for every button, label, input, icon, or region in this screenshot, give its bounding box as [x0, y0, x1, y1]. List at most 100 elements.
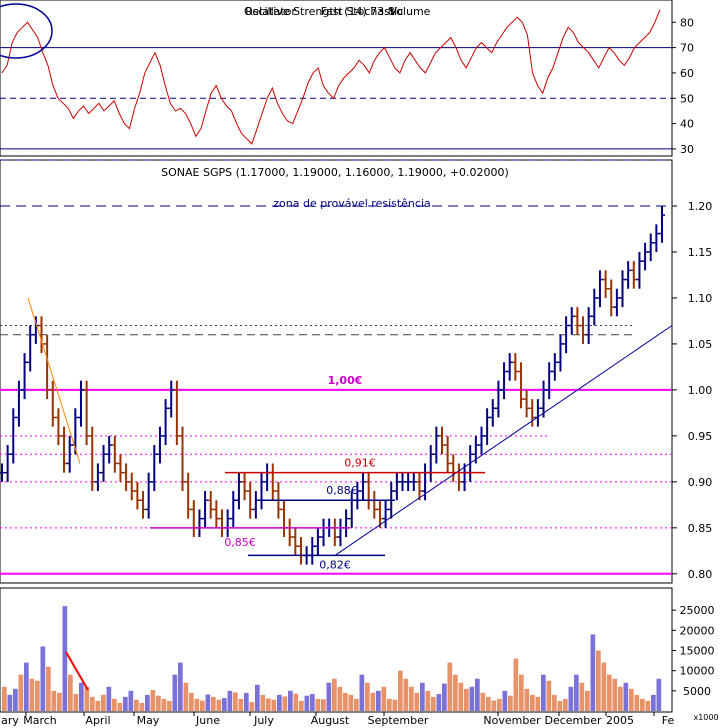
- volume-bar: [172, 674, 178, 711]
- volume-bar: [486, 696, 491, 711]
- volume-bar: [508, 695, 513, 711]
- volume-tick-label: 25000: [680, 604, 715, 617]
- volume-bar: [337, 686, 343, 711]
- volume-bar: [178, 662, 183, 711]
- resistance-zone-label: zona de provável resistência: [273, 197, 431, 210]
- volume-bar: [387, 698, 392, 711]
- volume-bar: [623, 682, 629, 711]
- volume-bar: [73, 694, 79, 711]
- price-tick-label: 1.00: [688, 384, 713, 397]
- volume-bar: [370, 692, 376, 711]
- volume-bar: [475, 678, 480, 711]
- volume-bar: [612, 678, 618, 711]
- volume-bar: [90, 696, 95, 711]
- volume-bar: [348, 694, 354, 711]
- volume-bar: [563, 698, 568, 711]
- volume-bar: [282, 696, 288, 711]
- x-tick-label: Fe: [662, 714, 675, 727]
- volume-bar: [238, 698, 244, 711]
- price-title: SONAE SGPS (1.17000, 1.19000, 1.16000, 1…: [161, 166, 509, 179]
- volume-bar: [414, 692, 420, 711]
- volume-bar: [293, 693, 299, 711]
- volume-bar: [194, 698, 200, 711]
- price-tick-label: 0.80: [688, 568, 713, 581]
- volume-bar: [469, 686, 475, 711]
- price-level-label: 0,91€: [344, 457, 376, 470]
- volume-bar: [326, 682, 332, 711]
- volume-bar: [458, 682, 464, 711]
- volume-bar: [541, 674, 546, 711]
- volume-bar: [233, 692, 238, 711]
- volume-tick-label: 20000: [680, 624, 715, 637]
- volume-bar: [117, 702, 123, 711]
- volume-bar: [244, 692, 249, 711]
- volume-unit-label: x1000: [693, 713, 718, 722]
- x-tick-label: April: [85, 714, 110, 727]
- volume-bar: [304, 695, 310, 711]
- volume-bar: [183, 682, 189, 711]
- volume-bar: [409, 686, 414, 711]
- volume-bar: [79, 682, 84, 711]
- indicator-panel-frame: [0, 0, 673, 157]
- price-level-label: 0,82€: [319, 558, 351, 571]
- x-tick-label: November: [483, 714, 541, 727]
- x-tick-label: May: [137, 714, 160, 727]
- volume-bar: [299, 700, 304, 711]
- volume-bar: [18, 674, 24, 711]
- volume-bar: [585, 690, 590, 711]
- volume-bar: [519, 674, 524, 711]
- volume-bar: [354, 698, 359, 711]
- indicator-tick-label: 80: [680, 16, 694, 29]
- volume-bar: [150, 690, 156, 711]
- volume-bar: [101, 694, 106, 711]
- volume-bar: [255, 684, 260, 711]
- volume-bar: [112, 698, 117, 711]
- volume-bar: [398, 670, 403, 711]
- volume-bar: [46, 666, 51, 711]
- price-tick-label: 0.85: [688, 522, 713, 535]
- price-tick-label: 0.95: [688, 430, 713, 443]
- x-tick-label: June: [195, 714, 220, 727]
- volume-bar: [2, 686, 7, 711]
- volume-bar: [57, 692, 62, 711]
- indicator-tick-label: 40: [680, 118, 694, 131]
- volume-bar: [574, 674, 579, 711]
- volume-bar: [189, 692, 194, 711]
- volume-bar: [51, 690, 57, 711]
- volume-bar: [480, 692, 486, 711]
- volume-bar: [453, 674, 458, 711]
- chart-canvas: 1,00€ 0,91€ 0,88€ 0,85€ 0,82€ 30 40 50 60 70 80 0.…: [0, 0, 719, 727]
- volume-bar: [579, 682, 585, 711]
- volume-bar: [530, 694, 535, 711]
- oscillator-title: Oscillator: [244, 5, 296, 18]
- x-tick-label: December: [544, 714, 602, 727]
- volume-bar: [106, 686, 112, 711]
- volume-bar: [68, 674, 73, 711]
- volume-bar: [552, 694, 557, 711]
- volume-bar: [277, 694, 282, 711]
- volume-bar: [601, 662, 607, 711]
- volume-bar: [502, 690, 508, 711]
- volume-bar: [13, 688, 18, 711]
- volume-bar: [95, 700, 101, 711]
- volume-bar: [200, 700, 205, 711]
- volume-bar: [249, 702, 255, 711]
- volume-bar: [310, 694, 315, 711]
- x-tick-label: ary: [1, 714, 19, 727]
- price-level-label: 0,88€: [326, 484, 358, 497]
- volume-bar: [260, 694, 266, 711]
- volume-bar: [205, 694, 211, 711]
- volume-bar: [524, 688, 530, 711]
- volume-bar: [497, 698, 502, 711]
- indicator-tick-label: 50: [680, 92, 694, 105]
- volume-bar: [491, 700, 497, 711]
- volume-bar: [227, 690, 233, 711]
- volume-bar: [590, 634, 596, 711]
- volume-bar: [332, 678, 337, 711]
- volume-bar: [128, 690, 134, 711]
- volume-bar: [629, 688, 634, 711]
- volume-bar: [618, 686, 623, 711]
- volume-bar: [167, 700, 172, 711]
- x-tick-label: September: [368, 714, 429, 727]
- volume-tick-label: 10000: [680, 665, 715, 678]
